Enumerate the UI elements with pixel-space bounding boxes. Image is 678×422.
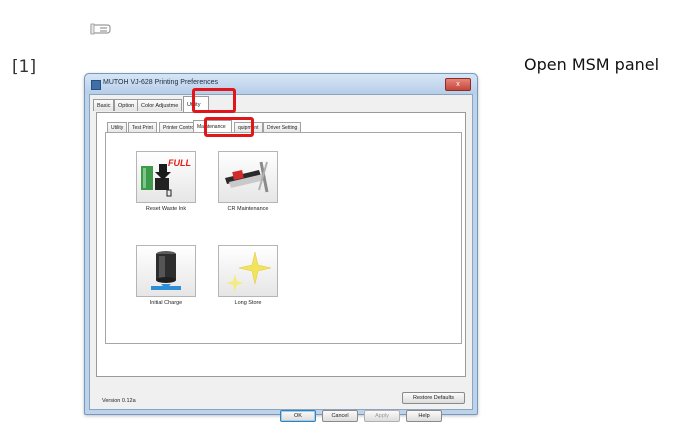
tab-color-adjustment[interactable]: Color Adjustme	[137, 99, 183, 111]
utility-tab-highlight	[192, 88, 236, 113]
tab-basic[interactable]: Basic	[93, 99, 115, 111]
version-label: Version 0.12a	[102, 398, 136, 404]
tool-label: Reset Waste Ink	[145, 206, 187, 212]
waste-ink-full-icon[interactable]: FULL	[136, 151, 196, 203]
long-store-sparkle-icon[interactable]	[218, 245, 278, 297]
app-icon	[91, 80, 101, 90]
dialog-client: Basic Option Color Adjustme Utility Util…	[89, 94, 473, 422]
initial-charge-icon[interactable]	[136, 245, 196, 297]
close-button[interactable]: x	[445, 78, 471, 91]
window-title: MUTOH VJ-628 Printing Preferences	[103, 79, 219, 86]
help-button[interactable]: Help	[406, 410, 442, 422]
cr-maintenance-tool[interactable]: CR Maintenance	[216, 151, 280, 212]
tab-option[interactable]: Option	[114, 99, 139, 111]
ok-button[interactable]: OK	[280, 410, 316, 422]
reset-waste-ink-tool[interactable]: FULL Reset Waste Ink	[134, 151, 198, 212]
step-caption: Open MSM panel	[524, 55, 660, 74]
tool-label: Long Store	[234, 300, 262, 306]
title-bar[interactable]: MUTOH VJ-628 Printing Preferences x	[85, 74, 477, 94]
cancel-button[interactable]: Cancel	[322, 410, 358, 422]
restore-defaults-button[interactable]: Restore Defaults	[402, 392, 465, 404]
long-store-tool[interactable]: Long Store	[216, 245, 280, 306]
cr-maintenance-icon[interactable]	[218, 151, 278, 203]
maintenance-tab-highlight	[204, 117, 254, 137]
pointing-hand-icon	[90, 23, 111, 35]
apply-button[interactable]: Apply	[364, 410, 400, 422]
tool-label: CR Maintenance	[227, 206, 269, 212]
tool-label: Initial Charge	[149, 300, 183, 306]
printing-preferences-window: MUTOH VJ-628 Printing Preferences x Basi…	[84, 73, 478, 422]
maintenance-panel: FULL Reset Waste Ink CR Maintenance Init…	[105, 132, 462, 344]
initial-charge-tool[interactable]: Initial Charge	[134, 245, 198, 306]
step-number: [1]	[12, 57, 37, 77]
full-label: FULL	[168, 158, 191, 168]
